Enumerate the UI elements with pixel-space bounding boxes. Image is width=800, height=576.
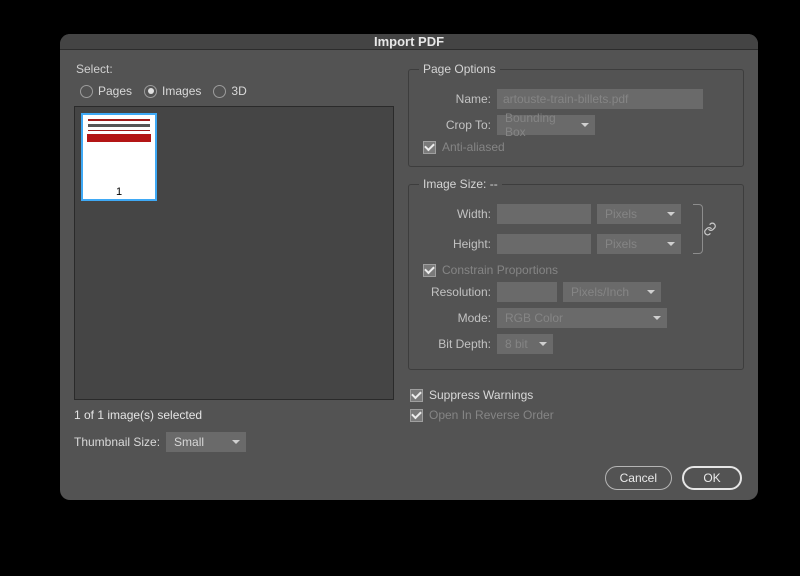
cancel-button[interactable]: Cancel bbox=[605, 466, 672, 490]
height-field bbox=[497, 234, 591, 254]
resolution-unit-dropdown: Pixels/Inch bbox=[563, 282, 661, 302]
thumbnail-size-dropdown[interactable]: Small bbox=[166, 432, 246, 452]
dialog-content: Select: Pages Images 3D bbox=[60, 50, 758, 466]
constrain-link bbox=[687, 204, 717, 254]
height-label: Height: bbox=[419, 237, 497, 251]
radio-pages-label: Pages bbox=[98, 84, 132, 98]
radio-dot-icon bbox=[144, 85, 157, 98]
link-icon bbox=[703, 222, 717, 236]
anti-aliased-checkbox bbox=[423, 141, 436, 154]
constrain-proportions-checkbox bbox=[423, 264, 436, 277]
open-reverse-order-label: Open In Reverse Order bbox=[429, 408, 554, 422]
thumbnail-grid[interactable]: 1 bbox=[74, 106, 394, 400]
dialog-title: Import PDF bbox=[374, 34, 444, 49]
height-unit-dropdown: Pixels bbox=[597, 234, 681, 254]
radio-dot-icon bbox=[213, 85, 226, 98]
bit-depth-label: Bit Depth: bbox=[419, 337, 497, 351]
radio-dot-icon bbox=[80, 85, 93, 98]
select-radio-group: Pages Images 3D bbox=[80, 84, 394, 98]
crop-to-label: Crop To: bbox=[419, 118, 497, 132]
mode-value: RGB Color bbox=[505, 311, 563, 325]
suppress-warnings-checkbox[interactable] bbox=[410, 389, 423, 402]
name-field bbox=[497, 89, 703, 109]
select-label: Select: bbox=[76, 62, 394, 76]
constrain-proportions-label: Constrain Proportions bbox=[442, 263, 558, 277]
select-panel: Select: Pages Images 3D bbox=[74, 62, 394, 452]
anti-aliased-label: Anti-aliased bbox=[442, 140, 505, 154]
name-label: Name: bbox=[419, 92, 497, 106]
suppress-warnings-label: Suppress Warnings bbox=[429, 388, 533, 402]
radio-3d-label: 3D bbox=[231, 84, 246, 98]
radio-images[interactable]: Images bbox=[144, 84, 201, 98]
resolution-field bbox=[497, 282, 557, 302]
open-reverse-order-checkbox bbox=[410, 409, 423, 422]
image-size-group: Image Size: -- Width: Pixels Height: bbox=[408, 177, 744, 370]
thumbnail-size-label: Thumbnail Size: bbox=[74, 435, 160, 449]
width-unit-value: Pixels bbox=[605, 207, 637, 221]
thumbnail-item[interactable]: 1 bbox=[81, 113, 157, 201]
bit-depth-value: 8 bit bbox=[505, 337, 528, 351]
crop-to-dropdown: Bounding Box bbox=[497, 115, 595, 135]
radio-pages[interactable]: Pages bbox=[80, 84, 132, 98]
dialog-button-row: Cancel OK bbox=[60, 466, 758, 504]
image-size-legend: Image Size: -- bbox=[419, 177, 502, 191]
selection-status: 1 of 1 image(s) selected bbox=[74, 408, 394, 422]
width-field bbox=[497, 204, 591, 224]
options-panel: Page Options Name: Crop To: Bounding Box… bbox=[408, 62, 744, 452]
thumbnail-size-value: Small bbox=[174, 435, 204, 449]
resolution-unit-value: Pixels/Inch bbox=[571, 285, 629, 299]
mode-dropdown: RGB Color bbox=[497, 308, 667, 328]
resolution-label: Resolution: bbox=[419, 285, 497, 299]
page-options-group: Page Options Name: Crop To: Bounding Box… bbox=[408, 62, 744, 167]
radio-3d[interactable]: 3D bbox=[213, 84, 246, 98]
titlebar: Import PDF bbox=[60, 34, 758, 50]
page-options-legend: Page Options bbox=[419, 62, 500, 76]
crop-to-value: Bounding Box bbox=[505, 111, 577, 139]
mode-label: Mode: bbox=[419, 311, 497, 325]
width-label: Width: bbox=[419, 207, 497, 221]
ok-button[interactable]: OK bbox=[682, 466, 742, 490]
import-pdf-dialog: Import PDF Select: Pages Images 3D bbox=[60, 34, 758, 500]
radio-images-label: Images bbox=[162, 84, 201, 98]
thumbnail-number: 1 bbox=[83, 186, 155, 198]
width-unit-dropdown: Pixels bbox=[597, 204, 681, 224]
bit-depth-dropdown: 8 bit bbox=[497, 334, 553, 354]
height-unit-value: Pixels bbox=[605, 237, 637, 251]
